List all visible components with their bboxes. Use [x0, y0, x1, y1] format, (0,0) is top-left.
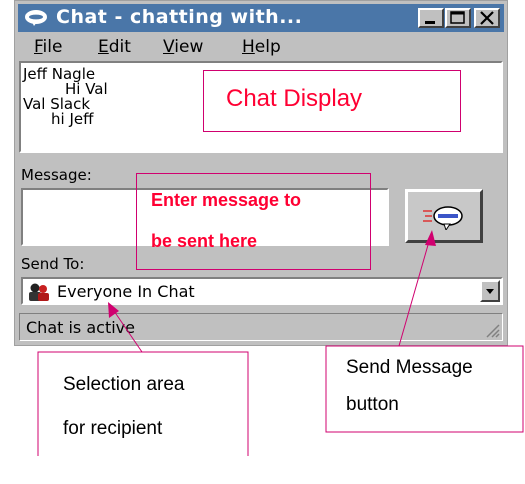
send-annotation-line2: button	[346, 394, 399, 415]
callout-lines	[37, 230, 524, 456]
selection-annotation-line2: for recipient	[63, 418, 163, 439]
send-annotation-line1: Send Message	[346, 357, 473, 378]
selection-annotation-line1: Selection area	[63, 374, 185, 395]
